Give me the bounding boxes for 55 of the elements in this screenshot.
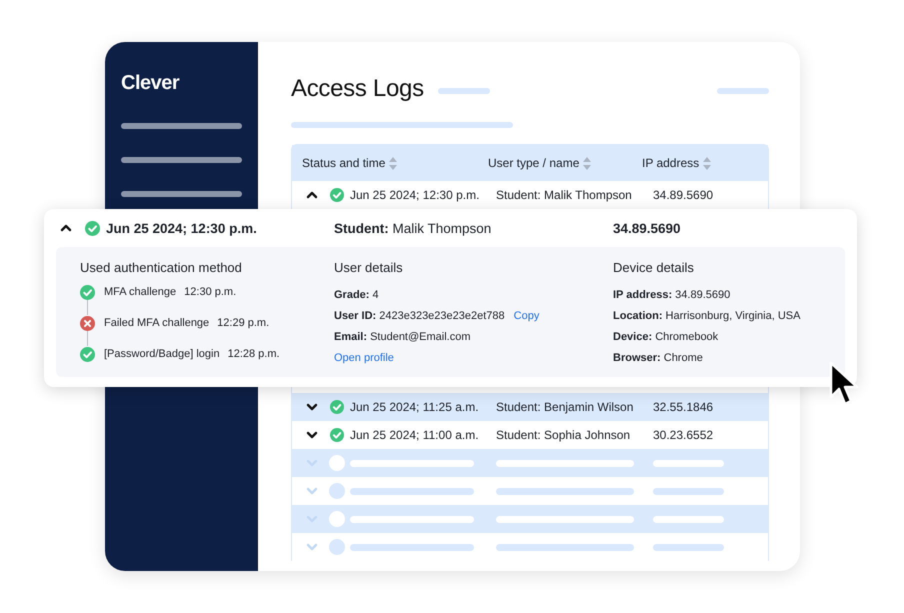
- step-time: 12:28 p.m.: [228, 348, 280, 360]
- detail-text: Grade: 4: [334, 288, 379, 300]
- collapse-caret-icon[interactable]: [306, 189, 318, 201]
- connector-line: [87, 331, 88, 346]
- placeholder-dot: [329, 539, 345, 555]
- table-cell-text: Student: Malik Thompson: [496, 188, 633, 202]
- ip-address: 34.89.5690: [613, 220, 681, 236]
- detail-text: Device: Chromebook: [613, 330, 718, 342]
- table-cell-text: 34.89.5690: [653, 188, 714, 202]
- expand-caret-icon[interactable]: [306, 429, 318, 441]
- detail-text: IP address: 34.89.5690: [613, 288, 730, 300]
- placeholder-bar: [653, 516, 724, 522]
- open-profile-link[interactable]: Open profile: [334, 352, 394, 364]
- collapse-caret-icon[interactable]: [60, 222, 72, 234]
- user-name: Student: Malik Thompson: [334, 220, 492, 236]
- section-title: User details: [334, 260, 404, 275]
- step-label: [Password/Badge] login: [104, 348, 220, 360]
- table-cell-text: 32.55.1846: [653, 400, 714, 414]
- column-header[interactable]: IP address: [642, 156, 700, 170]
- section-title: Used authentication method: [80, 260, 243, 275]
- logo: Clever: [121, 72, 180, 95]
- expand-caret-icon[interactable]: [306, 401, 318, 413]
- placeholder-dot: [329, 511, 345, 527]
- table-cell: Jun 25 2024; 11:25 a.m.: [350, 400, 479, 414]
- table-cell-text: Student: Sophia Johnson: [496, 428, 632, 442]
- placeholder-bar: [438, 88, 490, 94]
- page-title: Access Logs: [291, 75, 424, 103]
- placeholder-bar: [653, 544, 724, 550]
- placeholder-bar: [717, 88, 769, 94]
- sort-icon[interactable]: [703, 156, 712, 170]
- copy-link[interactable]: Copy: [514, 310, 540, 322]
- table-cell-text: Student: Benjamin Wilson: [496, 400, 634, 414]
- step-label: Failed MFA challenge: [104, 317, 210, 329]
- column-header[interactable]: User type / name: [488, 156, 580, 170]
- placeholder-dot: [329, 483, 345, 499]
- detail-text: User ID: 2423e323e23e23e2et788: [334, 310, 505, 322]
- detail-text: Browser: Chrome: [613, 352, 703, 364]
- column-header[interactable]: Status and time: [302, 156, 386, 170]
- step-label: MFA challenge: [104, 286, 176, 298]
- connector-line: [87, 300, 88, 315]
- table-row[interactable]: Jun 25 2024; 11:25 a.m. Student: Benjamin Wilson 32.55.1846: [292, 393, 768, 421]
- table-cell: Jun 25 2024; 11:00 a.m.: [350, 428, 479, 442]
- table-cell: Jun 25 2024; 12:30 p.m.: [350, 188, 480, 202]
- step-time: 12:29 p.m.: [217, 317, 270, 329]
- table-cell-text: 30.23.6552: [653, 428, 714, 442]
- section-title: Device details: [613, 260, 695, 275]
- sort-icon[interactable]: [389, 156, 398, 170]
- placeholder-dot: [329, 455, 345, 471]
- log-time: Jun 25 2024; 12:30 p.m.: [106, 220, 257, 236]
- sort-icon[interactable]: [583, 156, 592, 170]
- placeholder-bar: [653, 460, 724, 466]
- step-time: 12:30 p.m.: [184, 286, 236, 298]
- placeholder-bar: [653, 488, 724, 494]
- detail-text: Email: Student@Email.com: [334, 330, 471, 342]
- detail-text: Location: Harrisonburg, Virginia, USA: [613, 310, 800, 322]
